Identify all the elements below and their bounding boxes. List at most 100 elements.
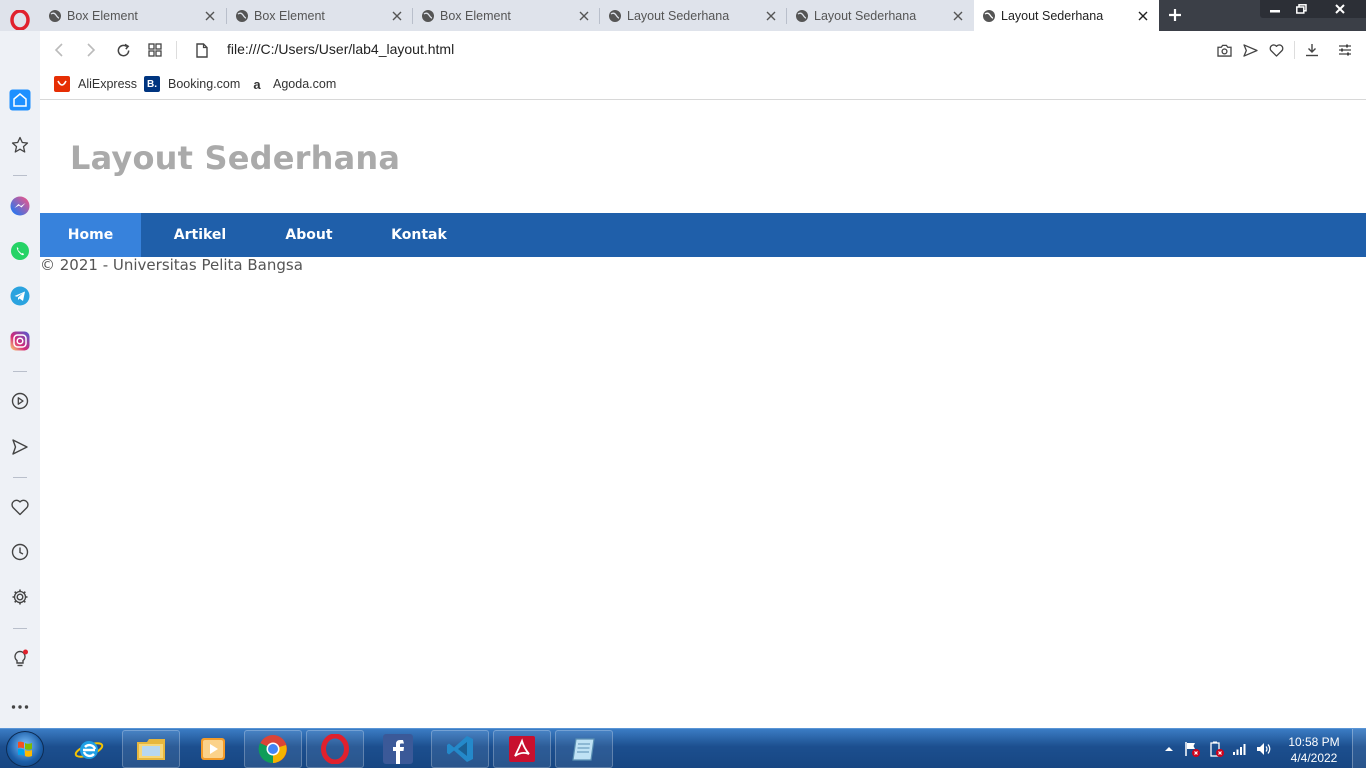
tab-box-element-2[interactable]: Box Element xyxy=(227,0,413,31)
battery-button[interactable] xyxy=(1208,741,1224,757)
volume-button[interactable] xyxy=(1256,741,1272,757)
new-tab-button[interactable] xyxy=(1163,4,1187,26)
sidebar-divider xyxy=(13,477,27,478)
close-icon[interactable] xyxy=(1133,6,1153,26)
bookmark-label: AliExpress xyxy=(78,77,138,91)
download-icon xyxy=(1306,44,1318,57)
bookmark-page-button[interactable] xyxy=(1264,38,1288,62)
send-button[interactable] xyxy=(1238,38,1262,62)
sidebar-telegram[interactable] xyxy=(8,284,32,308)
sidebar-pinboards[interactable] xyxy=(8,495,32,519)
close-icon[interactable] xyxy=(387,6,407,26)
close-icon[interactable] xyxy=(761,6,781,26)
nav-artikel[interactable]: Artikel xyxy=(141,213,259,257)
show-hidden-icons-button[interactable] xyxy=(1161,741,1177,757)
sliders-icon xyxy=(1339,44,1351,56)
file-explorer-icon xyxy=(137,739,165,760)
screen: Box Element Box Element Box Element Layo… xyxy=(0,0,1366,768)
tabs-grid-button[interactable] xyxy=(143,38,167,62)
media-player-icon xyxy=(201,738,225,760)
show-desktop-button[interactable] xyxy=(1352,729,1366,768)
sidebar-bookmarks[interactable] xyxy=(8,133,32,157)
acrobat-icon xyxy=(509,736,535,762)
sidebar-messenger[interactable] xyxy=(8,194,32,218)
globe-icon xyxy=(236,9,248,22)
close-icon[interactable] xyxy=(574,6,594,26)
taskbar-media-player[interactable] xyxy=(184,730,242,768)
clock-date: 4/4/2022 xyxy=(1290,751,1338,765)
nav-kontak[interactable]: Kontak xyxy=(359,213,479,257)
globe-icon xyxy=(609,9,621,22)
globe-icon xyxy=(49,9,61,22)
taskbar-facebook[interactable] xyxy=(369,730,427,768)
taskbar-internet-explorer[interactable] xyxy=(60,730,118,768)
signal-icon xyxy=(1233,744,1246,755)
agoda-icon: a xyxy=(249,76,265,92)
address-bar: file:///C:/Users/User/lab4_layout.html xyxy=(40,31,1366,69)
tab-strip: Box Element Box Element Box Element Layo… xyxy=(0,0,1366,31)
windows-logo-icon xyxy=(18,741,32,757)
tab-layout-sederhana-1[interactable]: Layout Sederhana xyxy=(600,0,787,31)
bookmark-booking[interactable]: B. Booking.com xyxy=(144,74,240,94)
restore-icon xyxy=(1295,3,1307,14)
taskbar-chrome[interactable] xyxy=(244,730,302,768)
tab-box-element-1[interactable]: Box Element xyxy=(40,0,226,31)
sidebar-divider xyxy=(13,371,27,372)
start-button[interactable] xyxy=(6,731,44,767)
reload-button[interactable] xyxy=(111,38,135,62)
taskbar-notepad[interactable] xyxy=(555,730,613,768)
sidebar-flow[interactable] xyxy=(8,435,32,459)
chevron-right-icon xyxy=(87,43,96,57)
sidebar-home[interactable] xyxy=(8,88,32,112)
whatsapp-icon xyxy=(11,242,29,260)
close-window-button[interactable] xyxy=(1326,0,1354,17)
nav-about[interactable]: About xyxy=(259,213,359,257)
network-button[interactable] xyxy=(1232,741,1248,757)
speaker-icon xyxy=(1257,743,1271,755)
tab-title: Layout Sederhana xyxy=(814,8,917,23)
easy-setup-button[interactable] xyxy=(1333,38,1357,62)
system-clock[interactable]: 10:58 PM 4/4/2022 xyxy=(1284,734,1344,766)
main-nav: Home Artikel About Kontak xyxy=(40,213,1366,257)
snapshot-button[interactable] xyxy=(1212,38,1236,62)
aliexpress-icon xyxy=(54,76,70,92)
forward-button[interactable] xyxy=(79,38,103,62)
taskbar-acrobat[interactable] xyxy=(493,730,551,768)
bookmark-agoda[interactable]: a Agoda.com xyxy=(249,74,336,94)
reload-icon xyxy=(117,43,129,56)
tab-layout-sederhana-active[interactable]: Layout Sederhana xyxy=(974,0,1159,31)
bookmark-aliexpress[interactable]: AliExpress xyxy=(54,74,137,94)
sidebar-history[interactable] xyxy=(8,540,32,564)
bookmark-label: Agoda.com xyxy=(273,77,337,91)
sidebar-more[interactable] xyxy=(8,695,32,719)
sidebar-whatsapp[interactable] xyxy=(8,239,32,263)
page-info-button[interactable] xyxy=(190,38,214,62)
opera-logo-icon xyxy=(10,10,30,30)
history-icon xyxy=(11,543,29,561)
sidebar-player[interactable] xyxy=(8,389,32,413)
url-input[interactable]: file:///C:/Users/User/lab4_layout.html xyxy=(227,41,454,57)
sidebar-instagram[interactable] xyxy=(8,329,32,353)
restore-button[interactable] xyxy=(1288,0,1314,17)
page-content: Layout Sederhana Home Artikel About Kont… xyxy=(40,101,1366,728)
close-icon[interactable] xyxy=(948,6,968,26)
taskbar-file-explorer[interactable] xyxy=(122,730,180,768)
sidebar-tips[interactable] xyxy=(8,647,32,671)
action-center-button[interactable] xyxy=(1184,741,1200,757)
flag-warning-icon xyxy=(1185,742,1200,757)
chevron-left-icon xyxy=(54,43,63,57)
bookmark-label: Booking.com xyxy=(168,77,241,91)
downloads-button[interactable] xyxy=(1300,38,1324,62)
footer-text: © 2021 - Universitas Pelita Bangsa xyxy=(40,256,303,274)
vscode-icon xyxy=(447,736,473,762)
tab-layout-sederhana-2[interactable]: Layout Sederhana xyxy=(787,0,974,31)
sidebar-settings[interactable] xyxy=(8,585,32,609)
close-icon[interactable] xyxy=(200,6,220,26)
taskbar-opera[interactable] xyxy=(306,730,364,768)
settings-icon xyxy=(12,589,28,605)
minimize-button[interactable] xyxy=(1262,0,1288,17)
nav-home[interactable]: Home xyxy=(40,213,141,257)
taskbar-vscode[interactable] xyxy=(431,730,489,768)
tab-box-element-3[interactable]: Box Element xyxy=(413,0,600,31)
back-button[interactable] xyxy=(47,38,71,62)
